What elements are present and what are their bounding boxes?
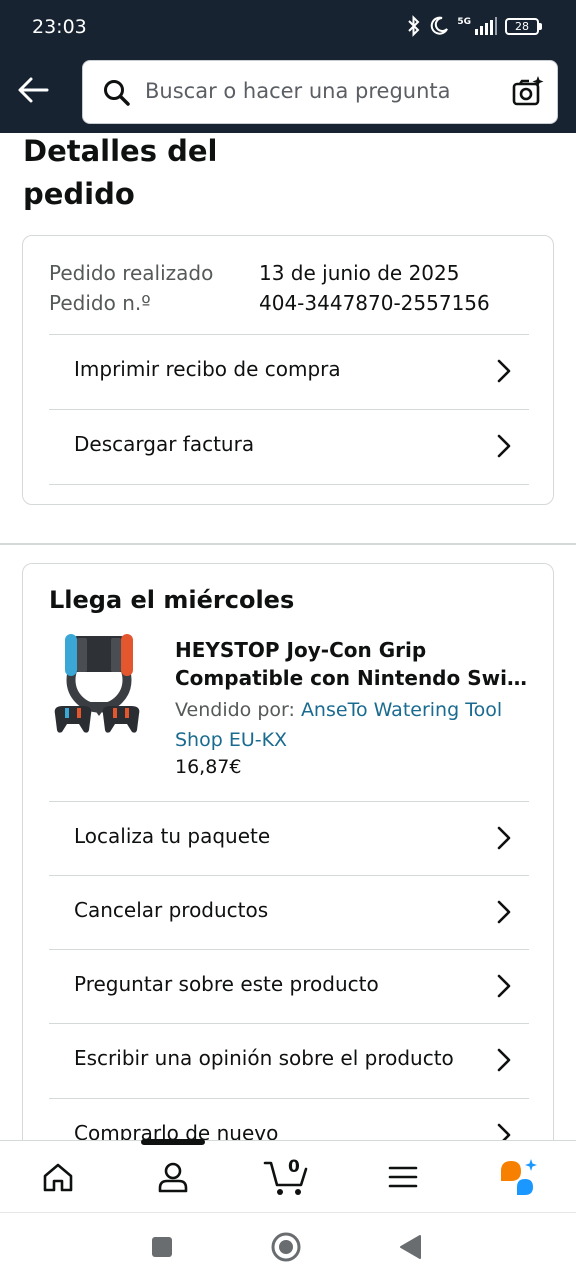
status-time: 23:03 bbox=[32, 16, 87, 38]
camera-search-icon[interactable] bbox=[511, 75, 545, 109]
order-date-row: Pedido realizado 13 de junio de 2025 bbox=[49, 258, 490, 288]
order-number-label: Pedido n.º bbox=[49, 291, 151, 315]
cart-icon bbox=[263, 1161, 308, 1195]
menu-icon bbox=[388, 1166, 418, 1188]
download-invoice-label: Descargar factura bbox=[74, 432, 255, 456]
track-package-label: Localiza tu paquete bbox=[74, 824, 271, 848]
back-nav-button[interactable] bbox=[394, 1231, 426, 1263]
nav-rufus[interactable] bbox=[494, 1155, 542, 1199]
nav-cart[interactable]: 0 bbox=[262, 1155, 310, 1199]
moon-icon bbox=[431, 16, 449, 35]
section-divider bbox=[0, 543, 576, 545]
print-receipt-row[interactable]: Imprimir recibo de compra bbox=[49, 334, 529, 408]
recent-apps-button[interactable] bbox=[146, 1231, 178, 1263]
order-info-grid: Pedido realizado 13 de junio de 2025 Ped… bbox=[49, 258, 490, 318]
product-price: 16,87€ bbox=[175, 756, 242, 778]
active-tab-indicator bbox=[141, 1139, 205, 1145]
rufus-icon bbox=[501, 1159, 537, 1195]
delivery-card: Llega el miércoles HEYSTOP Joy-Con Grip … bbox=[22, 563, 554, 1163]
write-review-label: Escribir una opinión sobre el producto bbox=[74, 1046, 454, 1070]
product-image[interactable] bbox=[51, 634, 147, 744]
chevron-right-icon bbox=[497, 434, 511, 458]
ask-product-row[interactable]: Preguntar sobre este producto bbox=[49, 949, 529, 1023]
search-placeholder: Buscar o hacer una pregunta bbox=[145, 79, 451, 103]
bottom-nav: 0 bbox=[0, 1139, 576, 1212]
cancel-items-row[interactable]: Cancelar productos bbox=[49, 875, 529, 949]
print-receipt-label: Imprimir recibo de compra bbox=[74, 357, 341, 381]
order-number-value: 404-3447870-2557156 bbox=[259, 291, 490, 315]
home-button[interactable] bbox=[270, 1231, 302, 1263]
status-icons: 5G 28 bbox=[407, 15, 542, 37]
top-bar: 23:03 5G 28 Buscar o hacer una pregunta bbox=[0, 0, 576, 133]
product-title[interactable]: HEYSTOP Joy-Con Grip Compatible con Nint… bbox=[175, 636, 531, 692]
android-nav-bar bbox=[0, 1212, 576, 1280]
cart-count: 0 bbox=[288, 1157, 300, 1177]
bluetooth-icon bbox=[408, 15, 420, 37]
divider bbox=[49, 484, 529, 485]
battery-level: 28 bbox=[505, 17, 539, 35]
product-title-line1: HEYSTOP Joy-Con Grip bbox=[175, 638, 427, 662]
triangle-back-icon bbox=[400, 1235, 421, 1259]
sold-by: Vendido por: AnseTo Watering Tool Shop E… bbox=[175, 695, 535, 755]
home-icon bbox=[43, 1163, 73, 1192]
chevron-right-icon bbox=[497, 900, 511, 924]
circle-icon bbox=[271, 1232, 301, 1262]
product-title-line2: Compatible con Nintendo Switc... bbox=[175, 666, 531, 690]
ask-product-label: Preguntar sobre este producto bbox=[74, 972, 379, 996]
track-package-row[interactable]: Localiza tu paquete bbox=[49, 801, 529, 875]
network-type-label: 5G bbox=[457, 17, 471, 27]
nav-menu[interactable] bbox=[379, 1155, 427, 1199]
account-icon bbox=[158, 1162, 188, 1193]
sold-by-label: Vendido por: bbox=[175, 699, 295, 721]
signal-icon bbox=[475, 17, 497, 35]
nav-home[interactable] bbox=[34, 1155, 82, 1199]
search-icon bbox=[104, 80, 130, 106]
chevron-right-icon bbox=[497, 1048, 511, 1072]
chevron-right-icon bbox=[497, 826, 511, 850]
arrow-left-icon bbox=[18, 77, 49, 103]
download-invoice-row[interactable]: Descargar factura bbox=[49, 409, 529, 483]
square-icon bbox=[152, 1237, 172, 1257]
order-number-row: Pedido n.º 404-3447870-2557156 bbox=[49, 288, 490, 318]
search-input[interactable]: Buscar o hacer una pregunta bbox=[82, 60, 558, 124]
cancel-items-label: Cancelar productos bbox=[74, 898, 269, 922]
order-info-card: Pedido realizado 13 de junio de 2025 Ped… bbox=[22, 235, 554, 505]
signal-indicator: 5G bbox=[457, 17, 497, 35]
back-button[interactable] bbox=[14, 72, 52, 108]
order-date-value: 13 de junio de 2025 bbox=[259, 261, 460, 285]
nav-account[interactable] bbox=[149, 1155, 197, 1199]
battery-icon: 28 bbox=[505, 17, 542, 35]
delivery-title: Llega el miércoles bbox=[49, 586, 295, 614]
page-title: Detalles del pedido bbox=[23, 134, 218, 211]
chevron-right-icon bbox=[497, 359, 511, 383]
order-date-label: Pedido realizado bbox=[49, 261, 214, 285]
write-review-row[interactable]: Escribir una opinión sobre el producto bbox=[49, 1023, 529, 1097]
chevron-right-icon bbox=[497, 974, 511, 998]
